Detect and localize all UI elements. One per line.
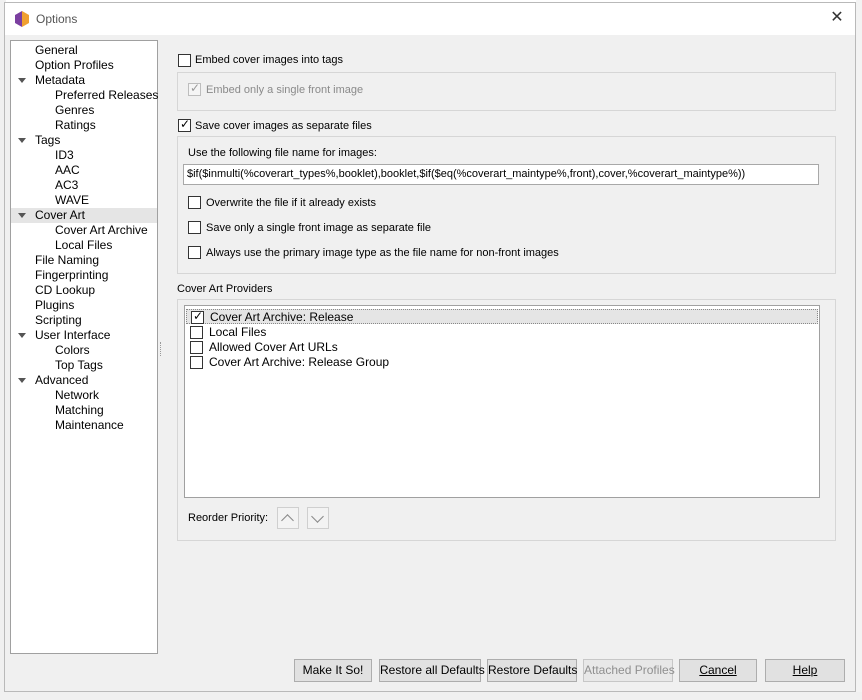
background-app-bottom bbox=[0, 692, 862, 700]
close-icon[interactable]: ✕ bbox=[829, 10, 845, 26]
embed-cover-label: Embed cover images into tags bbox=[195, 54, 343, 66]
providers-title: Cover Art Providers bbox=[177, 283, 273, 295]
tree-item-tags[interactable]: Tags bbox=[35, 133, 60, 148]
tree-item-colors[interactable]: Colors bbox=[55, 343, 90, 358]
restore-defaults-button[interactable]: Restore Defaults bbox=[487, 659, 577, 682]
tree-item-wave[interactable]: WAVE bbox=[55, 193, 89, 208]
tree-item-metadata[interactable]: Metadata bbox=[35, 73, 85, 88]
help-label: Help bbox=[792, 663, 818, 677]
tree-item-top-tags[interactable]: Top Tags bbox=[55, 358, 103, 373]
tree-item-advanced[interactable]: Advanced bbox=[35, 373, 88, 388]
tree-item-ac3[interactable]: AC3 bbox=[55, 178, 78, 193]
tree-item-cd-lookup[interactable]: CD Lookup bbox=[35, 283, 95, 298]
check-icon: ✓ bbox=[190, 81, 201, 95]
make-it-so-button[interactable]: Make It So! bbox=[294, 659, 372, 682]
primary-type-checkbox[interactable] bbox=[188, 246, 201, 259]
save-single-front-label: Save only a single front image as separa… bbox=[206, 222, 432, 234]
help-button[interactable]: Help bbox=[765, 659, 845, 682]
title-bar: Options ✕ bbox=[5, 3, 855, 35]
cancel-button[interactable]: Cancel bbox=[679, 659, 757, 682]
move-up-button[interactable] bbox=[277, 507, 299, 529]
list-item[interactable]: Local Files bbox=[186, 325, 818, 340]
background-app-right bbox=[856, 0, 862, 700]
list-item[interactable]: Cover Art Archive: Release Group bbox=[186, 355, 818, 370]
expand-caret-icon[interactable] bbox=[18, 78, 26, 83]
tree-item-ratings[interactable]: Ratings bbox=[55, 118, 96, 133]
tree-item-maintenance[interactable]: Maintenance bbox=[55, 418, 124, 433]
providers-list[interactable]: ✓ Cover Art Archive: Release Local Files… bbox=[184, 305, 820, 498]
expand-caret-icon[interactable] bbox=[18, 138, 26, 143]
filename-label: Use the following file name for images: bbox=[188, 147, 377, 159]
provider-label: Cover Art Archive: Release bbox=[210, 310, 354, 324]
tree-item-user-interface[interactable]: User Interface bbox=[35, 328, 110, 343]
expand-caret-icon[interactable] bbox=[18, 213, 26, 218]
provider-label: Allowed Cover Art URLs bbox=[209, 340, 338, 354]
provider-checkbox[interactable] bbox=[190, 356, 203, 369]
tree-item-cover-art-archive[interactable]: Cover Art Archive bbox=[55, 223, 148, 238]
tree-item-network[interactable]: Network bbox=[55, 388, 99, 403]
tree-item-general[interactable]: General bbox=[35, 43, 78, 58]
cancel-label: Cancel bbox=[699, 663, 737, 677]
overwrite-label: Overwrite the file if it already exists bbox=[206, 197, 376, 209]
provider-label: Cover Art Archive: Release Group bbox=[209, 355, 390, 369]
list-item[interactable]: ✓ Cover Art Archive: Release bbox=[186, 309, 818, 324]
provider-label: Local Files bbox=[209, 325, 267, 339]
save-single-front-checkbox[interactable] bbox=[188, 221, 201, 234]
provider-checkbox[interactable] bbox=[190, 326, 203, 339]
embed-single-front-checkbox[interactable]: ✓ bbox=[188, 81, 201, 96]
reorder-label: Reorder Priority: bbox=[188, 512, 269, 524]
embed-cover-checkbox[interactable] bbox=[178, 54, 191, 67]
tree-item-aac[interactable]: AAC bbox=[55, 163, 80, 178]
picard-logo-icon bbox=[15, 11, 29, 27]
check-icon: ✓ bbox=[193, 309, 204, 323]
tree-item-file-naming[interactable]: File Naming bbox=[35, 253, 99, 268]
tree-item-local-files[interactable]: Local Files bbox=[55, 238, 112, 253]
provider-checkbox[interactable]: ✓ bbox=[191, 309, 204, 324]
expand-caret-icon[interactable] bbox=[18, 378, 26, 383]
tree-item-matching[interactable]: Matching bbox=[55, 403, 104, 418]
primary-type-label: Always use the primary image type as the… bbox=[206, 247, 559, 259]
move-down-button[interactable] bbox=[307, 507, 329, 529]
tree-item-plugins[interactable]: Plugins bbox=[35, 298, 74, 313]
list-item[interactable]: Allowed Cover Art URLs bbox=[186, 340, 818, 355]
options-tree[interactable]: General Option Profiles Metadata Preferr… bbox=[10, 40, 158, 654]
tree-item-preferred-releases[interactable]: Preferred Releases bbox=[55, 88, 158, 103]
chevron-down-icon bbox=[311, 510, 324, 523]
save-separate-checkbox[interactable]: ✓ bbox=[178, 117, 191, 132]
embed-single-front-label: Embed only a single front image bbox=[206, 84, 364, 96]
splitter-handle[interactable] bbox=[160, 342, 163, 356]
chevron-up-icon bbox=[281, 514, 294, 527]
tree-item-option-profiles[interactable]: Option Profiles bbox=[35, 58, 114, 73]
tree-item-id3[interactable]: ID3 bbox=[55, 148, 74, 163]
save-separate-label: Save cover images as separate files bbox=[195, 120, 372, 132]
attached-profiles-button[interactable]: Attached Profiles bbox=[583, 659, 675, 682]
check-icon: ✓ bbox=[180, 117, 191, 131]
restore-all-defaults-button[interactable]: Restore all Defaults bbox=[379, 659, 485, 682]
provider-checkbox[interactable] bbox=[190, 341, 203, 354]
overwrite-checkbox[interactable] bbox=[188, 196, 201, 209]
filename-input[interactable]: $if($inmulti(%coverart_types%,booklet),b… bbox=[183, 164, 819, 185]
tree-item-cover-art[interactable]: Cover Art bbox=[35, 208, 85, 223]
tree-item-genres[interactable]: Genres bbox=[55, 103, 94, 118]
window-title: Options bbox=[36, 12, 78, 26]
expand-caret-icon[interactable] bbox=[18, 333, 26, 338]
tree-item-fingerprinting[interactable]: Fingerprinting bbox=[35, 268, 108, 283]
tree-item-scripting[interactable]: Scripting bbox=[35, 313, 82, 328]
